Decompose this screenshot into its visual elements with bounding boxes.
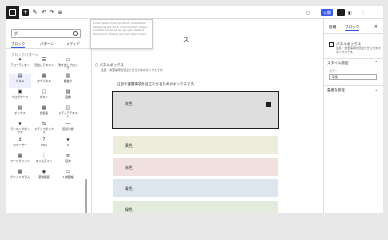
chevron-down-icon[interactable]: ⌄ bbox=[375, 87, 378, 92]
block-item-label: タブパネル bbox=[37, 79, 51, 83]
add-block-button[interactable]: + bbox=[22, 9, 29, 16]
panel-green[interactable]: 緑色 bbox=[113, 201, 278, 213]
settings-sidebar: 投稿 ブロック × パネルボックス 注目・重要事項を目立たせるためのボックスです… bbox=[323, 19, 383, 213]
block-item[interactable]: ▢ ボタン bbox=[33, 90, 55, 104]
wordpress-logo-icon[interactable] bbox=[6, 6, 19, 19]
block-inserter: ポ ブロック パターン メディア ブロック パターン ✦ アコーディオン ☰ 見出しテキ… bbox=[6, 19, 92, 213]
top-toolbar: + ✎ ↶ ↷ ≡ ▢ 公開 ◧ ⋮ bbox=[6, 6, 383, 19]
block-item-label: タイムライン bbox=[35, 159, 53, 163]
block-item[interactable]: ✦ アコーディオン bbox=[9, 58, 31, 72]
block-item[interactable]: ◫ メディアテキスト bbox=[57, 106, 79, 120]
block-item-label: パネル bbox=[15, 79, 25, 83]
search-input[interactable]: ポ bbox=[11, 29, 81, 38]
list-view-icon[interactable]: ≡ bbox=[57, 9, 63, 16]
block-icon bbox=[329, 42, 334, 47]
block-item[interactable]: ▦ タブパネル bbox=[33, 74, 55, 88]
block-item-label: 横並び bbox=[63, 79, 73, 83]
publish-button[interactable]: 公開 bbox=[321, 9, 333, 16]
panel-gray[interactable]: 灰色 bbox=[112, 91, 279, 129]
block-item-label: 目次 bbox=[65, 159, 71, 163]
tools-icon[interactable]: ✎ bbox=[32, 9, 38, 16]
block-preview-tooltip: Lorem ipsum dolor sit amet, consectetur … bbox=[90, 19, 153, 49]
paragraph[interactable]: 注目や重要事項を目立たせるためのボックスです。 bbox=[117, 82, 197, 87]
block-item-label: ★ bbox=[66, 143, 70, 147]
block-item-label: ランキングボックス bbox=[10, 127, 30, 134]
tab-block[interactable]: ブロック bbox=[345, 25, 360, 31]
block-item[interactable]: ★ ★ bbox=[57, 138, 79, 152]
redo-icon[interactable]: ↷ bbox=[49, 9, 55, 16]
panel-yellow[interactable]: 黄色 bbox=[113, 136, 278, 154]
block-description: 注目・重要事項を目立たせるためのボックスです。 bbox=[101, 68, 165, 72]
undo-icon[interactable]: ↶ bbox=[41, 9, 47, 16]
block-item[interactable]: ― 区切り線 bbox=[57, 122, 79, 136]
block-item-label: 画像 bbox=[65, 95, 71, 99]
block-item[interactable]: ▦ カードグリッド bbox=[9, 154, 31, 168]
block-item-label: 見出しテキスト bbox=[34, 63, 54, 67]
more-options-icon[interactable]: ⋮ bbox=[361, 9, 369, 16]
advanced-heading[interactable]: 高度な設定 bbox=[327, 88, 345, 93]
color-select[interactable]: 灰色 bbox=[329, 74, 377, 80]
scrollbar[interactable] bbox=[85, 179, 87, 213]
block-item-label: スペーサー bbox=[13, 143, 27, 147]
tab-post[interactable]: 投稿 bbox=[329, 25, 336, 30]
block-settings-icon[interactable]: ◧ bbox=[348, 9, 356, 16]
block-item[interactable]: ◉ 著者情報 bbox=[33, 170, 55, 184]
block-item-label: 著者情報 bbox=[38, 175, 50, 179]
block-item-label: 吹き出しブロック bbox=[58, 63, 78, 70]
block-item-label: ステップボックス bbox=[34, 127, 54, 134]
panel-red[interactable]: 赤色 bbox=[113, 158, 278, 176]
block-item-label: FAQ bbox=[41, 143, 47, 147]
block-item[interactable]: ▨ 画像 bbox=[57, 90, 79, 104]
block-item-label: ボタン bbox=[39, 95, 49, 99]
block-item[interactable]: ▥ 横並び bbox=[57, 74, 79, 88]
block-desc: 注目・重要事項を目立たせるためのボックスです。 bbox=[336, 46, 381, 54]
block-item-label: メディアテキスト bbox=[58, 111, 78, 118]
settings-icon[interactable] bbox=[337, 9, 345, 16]
block-item[interactable]: ↕ スペーサー bbox=[9, 138, 31, 152]
chevron-up-icon[interactable]: ⌃ bbox=[375, 60, 378, 65]
block-item[interactable]: ▦ グリッドカラム bbox=[9, 170, 31, 184]
block-item[interactable]: ? FAQ bbox=[33, 138, 55, 152]
color-label: カラー bbox=[329, 69, 338, 73]
block-item-label: ブログカード bbox=[11, 95, 29, 99]
editor-window: + ✎ ↶ ↷ ≡ ▢ 公開 ◧ ⋮ ポ ブロック パターン メディア ブロック… bbox=[6, 6, 383, 213]
inserter-tabs: ブロック パターン メディア bbox=[6, 41, 91, 49]
preview-icon[interactable]: ▢ bbox=[306, 9, 314, 16]
post-title[interactable]: ス bbox=[183, 35, 189, 44]
block-item[interactable]: ⇆ ステップボックス bbox=[33, 122, 55, 136]
block-item-label: アコーディオン bbox=[10, 63, 30, 67]
tab-media[interactable]: メディア bbox=[66, 42, 80, 47]
divider bbox=[324, 85, 383, 86]
block-item[interactable]: ▭ 1.地図帳 bbox=[57, 170, 79, 184]
search-icon bbox=[73, 31, 78, 36]
block-item-label: 比較表 bbox=[39, 111, 49, 115]
divider bbox=[324, 58, 383, 59]
block-item[interactable]: ☰ 見出しテキスト bbox=[33, 58, 55, 72]
block-item[interactable]: ⋮ タイムライン bbox=[33, 154, 55, 168]
panel-blue[interactable]: 青色 bbox=[113, 179, 278, 197]
block-item[interactable]: ▭ 吹き出しブロック bbox=[57, 58, 79, 72]
style-settings-heading[interactable]: スタイル設定 bbox=[327, 61, 349, 66]
block-item-label: カードグリッド bbox=[10, 159, 30, 163]
panel-toolbar-icon[interactable] bbox=[266, 102, 271, 107]
block-item[interactable]: ▦ 比較表 bbox=[33, 106, 55, 120]
block-item[interactable]: ≡ 目次 bbox=[57, 154, 79, 168]
block-item[interactable]: ▤ パネル bbox=[9, 74, 31, 88]
search-value: ポ bbox=[14, 31, 18, 36]
block-item-label: グリッドカラム bbox=[10, 175, 30, 179]
divider bbox=[324, 33, 383, 34]
block-item-label: 区切り線 bbox=[62, 127, 74, 131]
block-item[interactable]: ▣ ブログカード bbox=[9, 90, 31, 104]
tab-patterns[interactable]: パターン bbox=[40, 42, 54, 47]
close-icon[interactable]: × bbox=[374, 24, 378, 30]
block-item[interactable]: ▧ ボックス bbox=[9, 106, 31, 120]
block-item-label: ボックス bbox=[14, 111, 26, 115]
tab-blocks[interactable]: ブロック bbox=[11, 42, 25, 48]
block-item-label: 1.地図帳 bbox=[62, 175, 74, 179]
block-item[interactable]: ★ ランキングボックス bbox=[9, 122, 31, 136]
